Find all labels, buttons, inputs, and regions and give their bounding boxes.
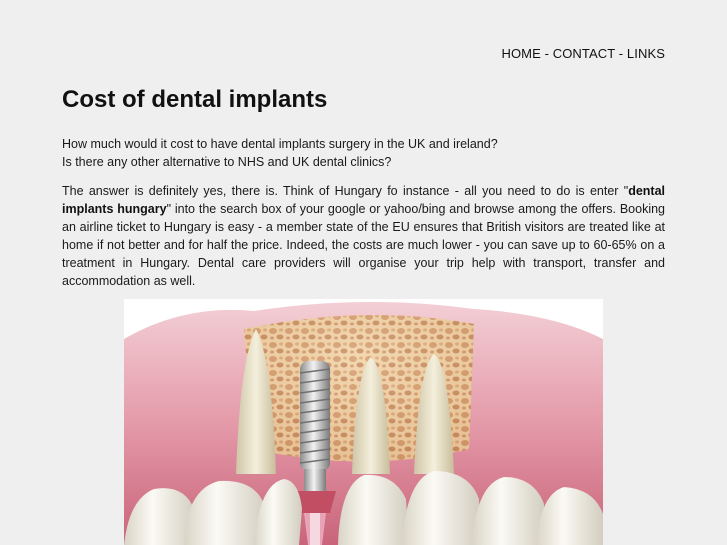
body-paragraph: The answer is definitely yes, there is. … [62, 182, 665, 290]
intro-line-1: How much would it cost to have dental im… [62, 137, 498, 151]
nav-separator: - [615, 46, 627, 61]
nav-separator: - [540, 46, 553, 61]
dental-implant-image [124, 299, 603, 545]
body-text-part-1: The answer is definitely yes, there is. … [62, 184, 629, 198]
nav-links-link[interactable]: LINKS [627, 46, 665, 61]
dental-implant-illustration [124, 299, 603, 545]
nav-home-link[interactable]: HOME [501, 46, 540, 61]
top-navigation: HOME - CONTACT - LINKS [501, 46, 665, 61]
nav-contact-link[interactable]: CONTACT [553, 46, 615, 61]
intro-line-2: Is there any other alternative to NHS an… [62, 155, 392, 169]
page-title: Cost of dental implants [62, 86, 328, 113]
intro-paragraph: How much would it cost to have dental im… [62, 135, 665, 171]
